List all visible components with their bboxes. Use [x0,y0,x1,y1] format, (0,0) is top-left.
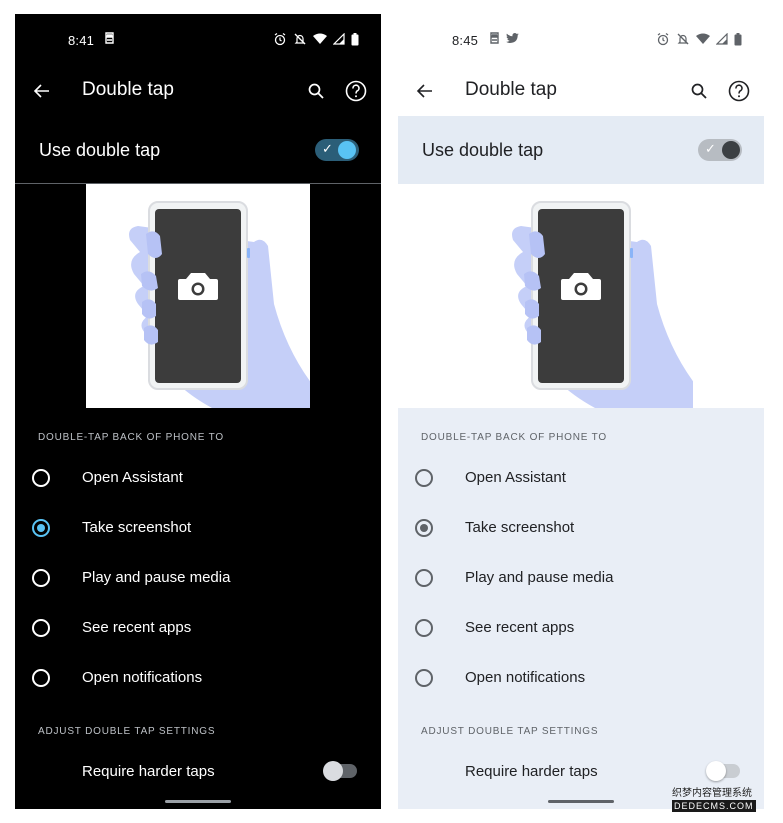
alarm-icon [274,33,286,46]
option-label: Open Assistant [465,469,566,486]
switch-knob [722,141,740,159]
battery-icon [351,32,359,45]
search-icon [691,83,707,99]
section-header-adjust-settings: ADJUST DOUBLE TAP SETTINGS [421,726,599,737]
option-play-pause-media[interactable]: Play and pause media [398,553,764,603]
section-header-double-tap-back: DOUBLE-TAP BACK OF PHONE TO [421,432,607,443]
wifi-icon [313,33,327,44]
option-see-recent-apps[interactable]: See recent apps [398,603,764,653]
option-label: Open notifications [82,669,203,686]
help-icon [728,80,750,102]
app-bar: Double tap [398,66,764,116]
option-take-screenshot[interactable]: Take screenshot [15,503,381,553]
require-harder-taps-label: Require harder taps [465,763,598,780]
option-label: See recent apps [82,619,192,636]
radio-button-selected[interactable] [32,519,50,537]
watermark: 织梦内容管理系统 DEDECMS.COM [672,788,756,812]
option-open-notifications[interactable]: Open notifications [398,653,764,703]
switch-knob [706,761,726,781]
option-label: Play and pause media [82,569,231,586]
storage-notification-icon [490,32,499,44]
radio-button[interactable] [32,469,50,487]
radio-button[interactable] [415,569,433,587]
switch-knob [323,761,343,781]
help-icon [345,80,367,102]
use-double-tap-row[interactable]: Use double tap ✓ [398,116,764,184]
option-see-recent-apps[interactable]: See recent apps [15,603,381,653]
section-header-adjust-settings: ADJUST DOUBLE TAP SETTINGS [38,726,216,737]
option-take-screenshot[interactable]: Take screenshot [398,503,764,553]
back-arrow-icon [416,84,432,98]
use-double-tap-switch[interactable]: ✓ [315,139,359,161]
notifications-off-icon [294,33,306,45]
back-button[interactable] [412,78,438,104]
option-play-pause-media[interactable]: Play and pause media [15,553,381,603]
signal-icon [716,33,728,45]
option-open-assistant[interactable]: Open Assistant [15,453,381,503]
option-label: Open Assistant [82,469,183,486]
search-button[interactable] [303,78,329,104]
watermark-line1: 织梦内容管理系统 [672,788,752,799]
status-bar: 8:45 [398,14,764,66]
radio-button[interactable] [415,619,433,637]
option-label: See recent apps [465,619,575,636]
use-double-tap-label: Use double tap [39,140,161,160]
use-double-tap-row[interactable]: Use double tap ✓ [15,116,381,184]
app-bar: Double tap [15,66,381,116]
require-harder-taps-label: Require harder taps [82,763,215,780]
use-double-tap-label: Use double tap [422,140,544,160]
status-time: 8:41 [68,33,95,48]
status-bar: 8:41 [15,14,381,66]
light-theme-screen: 8:45 Double tap Use double tap ✓ DOUBLE-… [398,14,764,809]
battery-icon [734,32,742,45]
require-harder-taps-switch[interactable] [323,761,357,781]
wifi-icon [696,33,710,44]
option-label: Take screenshot [82,519,192,536]
check-icon: ✓ [322,141,333,156]
page-title: Double tap [82,79,174,100]
option-label: Play and pause media [465,569,614,586]
radio-button[interactable] [32,619,50,637]
phone-in-hand-illustration [129,201,310,408]
switch-knob [338,141,356,159]
help-button[interactable] [343,78,369,104]
notifications-off-icon [677,33,689,45]
dark-theme-screen: 8:41 Double tap Use double tap ✓ DOUBLE-… [15,14,381,809]
double-tap-illustration [398,184,764,408]
search-icon [308,83,324,99]
search-button[interactable] [686,78,712,104]
use-double-tap-switch[interactable]: ✓ [698,139,742,161]
help-button[interactable] [726,78,752,104]
page-title: Double tap [465,79,557,100]
option-open-assistant[interactable]: Open Assistant [398,453,764,503]
double-tap-illustration [86,184,310,408]
section-header-double-tap-back: DOUBLE-TAP BACK OF PHONE TO [38,432,224,443]
radio-button[interactable] [32,669,50,687]
alarm-icon [657,33,669,46]
gesture-nav-handle[interactable] [548,800,614,803]
gesture-nav-handle[interactable] [165,800,231,803]
check-icon: ✓ [705,141,716,156]
back-button[interactable] [29,78,55,104]
require-harder-taps-row[interactable]: Require harder taps [15,747,381,795]
option-label: Open notifications [465,669,586,686]
require-harder-taps-switch[interactable] [706,761,740,781]
phone-in-hand-illustration [512,201,693,408]
radio-button[interactable] [32,569,50,587]
option-open-notifications[interactable]: Open notifications [15,653,381,703]
radio-button-selected[interactable] [415,519,433,537]
status-time: 8:45 [452,33,479,48]
radio-button[interactable] [415,669,433,687]
signal-icon [333,33,345,45]
option-label: Take screenshot [465,519,575,536]
twitter-icon [506,32,519,43]
watermark-line2: DEDECMS.COM [672,800,756,812]
back-arrow-icon [33,84,49,98]
radio-button[interactable] [415,469,433,487]
storage-notification-icon [105,32,114,44]
